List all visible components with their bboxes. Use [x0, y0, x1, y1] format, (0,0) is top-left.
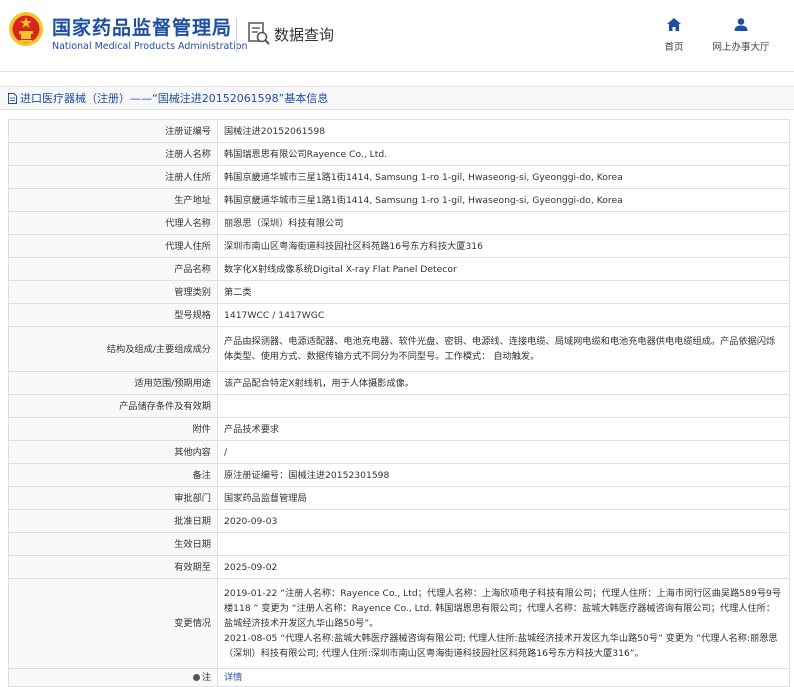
row-value: 原注册证编号：国械注进20152301598 — [217, 463, 790, 487]
table-row: 产品名称 数字化X射线成像系统Digital X-ray Flat Panel … — [8, 257, 790, 281]
header-divider — [236, 18, 237, 52]
table-row: 产品储存条件及有效期 — [8, 394, 790, 418]
site-header: 国家药品监督管理局 National Medical Products Admi… — [0, 0, 794, 72]
user-icon — [734, 18, 748, 31]
row-value: 2025-09-02 — [217, 555, 790, 579]
row-value — [217, 394, 790, 418]
nav-home[interactable]: 首页 — [639, 18, 709, 54]
row-value: / — [217, 440, 790, 464]
table-row: 生产地址 韩国京畿道华城市三星1路1街1414, Samsung 1-ro 1-… — [8, 188, 790, 212]
table-row: 型号规格 1417WCC / 1417WGC — [8, 303, 790, 327]
org-name-cn: 国家药品监督管理局 — [52, 17, 233, 39]
row-value: 深圳市南山区粤海街道科技园社区科苑路16号东方科技大厦316 — [217, 234, 790, 258]
row-label: 产品储存条件及有效期 — [8, 394, 218, 418]
table-row: 其他内容 / — [8, 440, 790, 464]
table-row: 适用范围/预期用途 该产品配合特定X射线机，用于人体摄影成像。 — [8, 371, 790, 395]
device-info-table: 注册证编号 国械注进20152061598 注册人名称 韩国瑞恩思有限公司Ray… — [8, 119, 790, 687]
row-label: 代理人名称 — [8, 211, 218, 235]
note-dot-icon — [192, 673, 200, 681]
home-icon — [667, 18, 681, 31]
table-row: 审批部门 国家药品监督管理局 — [8, 486, 790, 510]
row-label: 备注 — [8, 463, 218, 487]
table-row: 批准日期 2020-09-03 — [8, 509, 790, 533]
details-link[interactable]: 详情 — [224, 672, 242, 683]
row-value: 数字化X射线成像系统Digital X-ray Flat Panel Detec… — [217, 257, 790, 281]
row-label: 有效期至 — [8, 555, 218, 579]
data-query-label: 数据查询 — [274, 25, 335, 44]
table-row: 结构及组成/主要组成成分 产品由探测器、电源适配器、电池充电器、软件光盘、密钥、… — [8, 326, 790, 372]
table-row-change-history: 变更情况 2019-01-22 “注册人名称：Rayence Co., Ltd；… — [8, 578, 790, 669]
note-label: 注 — [192, 670, 211, 685]
table-row: 注册证编号 国械注进20152061598 — [8, 119, 790, 143]
document-icon — [8, 92, 17, 104]
row-label: 注册证编号 — [8, 119, 218, 143]
table-row: 代理人名称 丽恩思（深圳）科技有限公司 — [8, 211, 790, 235]
row-value — [217, 532, 790, 556]
nav-home-label: 首页 — [664, 42, 684, 53]
row-value: 丽恩思（深圳）科技有限公司 — [217, 211, 790, 235]
row-value: 韩国京畿道华城市三星1路1街1414, Samsung 1-ro 1-gil, … — [217, 188, 790, 212]
row-value: 详情 — [217, 668, 790, 687]
row-value: 产品技术要求 — [217, 417, 790, 441]
change-entry: 2019-01-22 “注册人名称：Rayence Co., Ltd；代理人名称… — [224, 588, 782, 629]
table-row: 代理人住所 深圳市南山区粤海街道科技园社区科苑路16号东方科技大厦316 — [8, 234, 790, 258]
data-query-heading: 数据查询 — [248, 22, 334, 46]
row-value: 国家药品监督管理局 — [217, 486, 790, 510]
table-row: 注册人名称 韩国瑞恩思有限公司Rayence Co., Ltd. — [8, 142, 790, 166]
row-label: 注册人名称 — [8, 142, 218, 166]
nav-online-office-label: 网上办事大厅 — [712, 42, 770, 53]
table-row: 附件 产品技术要求 — [8, 417, 790, 441]
row-label: 附件 — [8, 417, 218, 441]
row-value: 国械注进20152061598 — [217, 119, 790, 143]
row-value: 韩国京畿道华城市三星1路1街1414, Samsung 1-ro 1-gil, … — [217, 165, 790, 189]
row-label: 注 — [8, 668, 218, 687]
table-row: 生效日期 — [8, 532, 790, 556]
national-emblem-icon — [9, 12, 43, 46]
table-row: 备注 原注册证编号：国械注进20152301598 — [8, 463, 790, 487]
row-label: 生产地址 — [8, 188, 218, 212]
change-entry: 2021-08-05 “代理人名称:盐城大韩医疗器械咨询有限公司; 代理人住所:… — [224, 633, 778, 659]
row-label: 结构及组成/主要组成成分 — [8, 326, 218, 372]
row-label: 注册人住所 — [8, 165, 218, 189]
row-label: 审批部门 — [8, 486, 218, 510]
table-row-note: 注 详情 — [8, 668, 790, 687]
nav-online-office[interactable]: 网上办事大厅 — [706, 18, 776, 54]
row-value: 韩国瑞恩思有限公司Rayence Co., Ltd. — [217, 142, 790, 166]
table-row: 管理类别 第二类 — [8, 280, 790, 304]
change-history: 2019-01-22 “注册人名称：Rayence Co., Ltd；代理人名称… — [217, 578, 790, 669]
row-label: 变更情况 — [8, 578, 218, 669]
row-value: 第二类 — [217, 280, 790, 304]
row-label: 管理类别 — [8, 280, 218, 304]
row-label: 产品名称 — [8, 257, 218, 281]
row-label: 批准日期 — [8, 509, 218, 533]
row-value: 该产品配合特定X射线机，用于人体摄影成像。 — [217, 371, 790, 395]
row-value: 1417WCC / 1417WGC — [217, 303, 790, 327]
org-name-en: National Medical Products Administration — [52, 41, 248, 52]
row-label: 生效日期 — [8, 532, 218, 556]
record-title: 进口医疗器械（注册）——“国械注进20152061598”基本信息 — [20, 92, 329, 105]
note-label-text: 注 — [201, 671, 211, 683]
table-row: 注册人住所 韩国京畿道华城市三星1路1街1414, Samsung 1-ro 1… — [8, 165, 790, 189]
row-value: 2020-09-03 — [217, 509, 790, 533]
row-label: 代理人住所 — [8, 234, 218, 258]
table-row: 有效期至 2025-09-02 — [8, 555, 790, 579]
record-title-bar: 进口医疗器械（注册）——“国械注进20152061598”基本信息 — [0, 86, 794, 110]
row-label: 其他内容 — [8, 440, 218, 464]
row-value: 产品由探测器、电源适配器、电池充电器、软件光盘、密钥、电源线、连接电缆、局域网电… — [217, 326, 790, 372]
row-label: 适用范围/预期用途 — [8, 371, 218, 395]
data-query-icon — [248, 22, 270, 45]
row-label: 型号规格 — [8, 303, 218, 327]
